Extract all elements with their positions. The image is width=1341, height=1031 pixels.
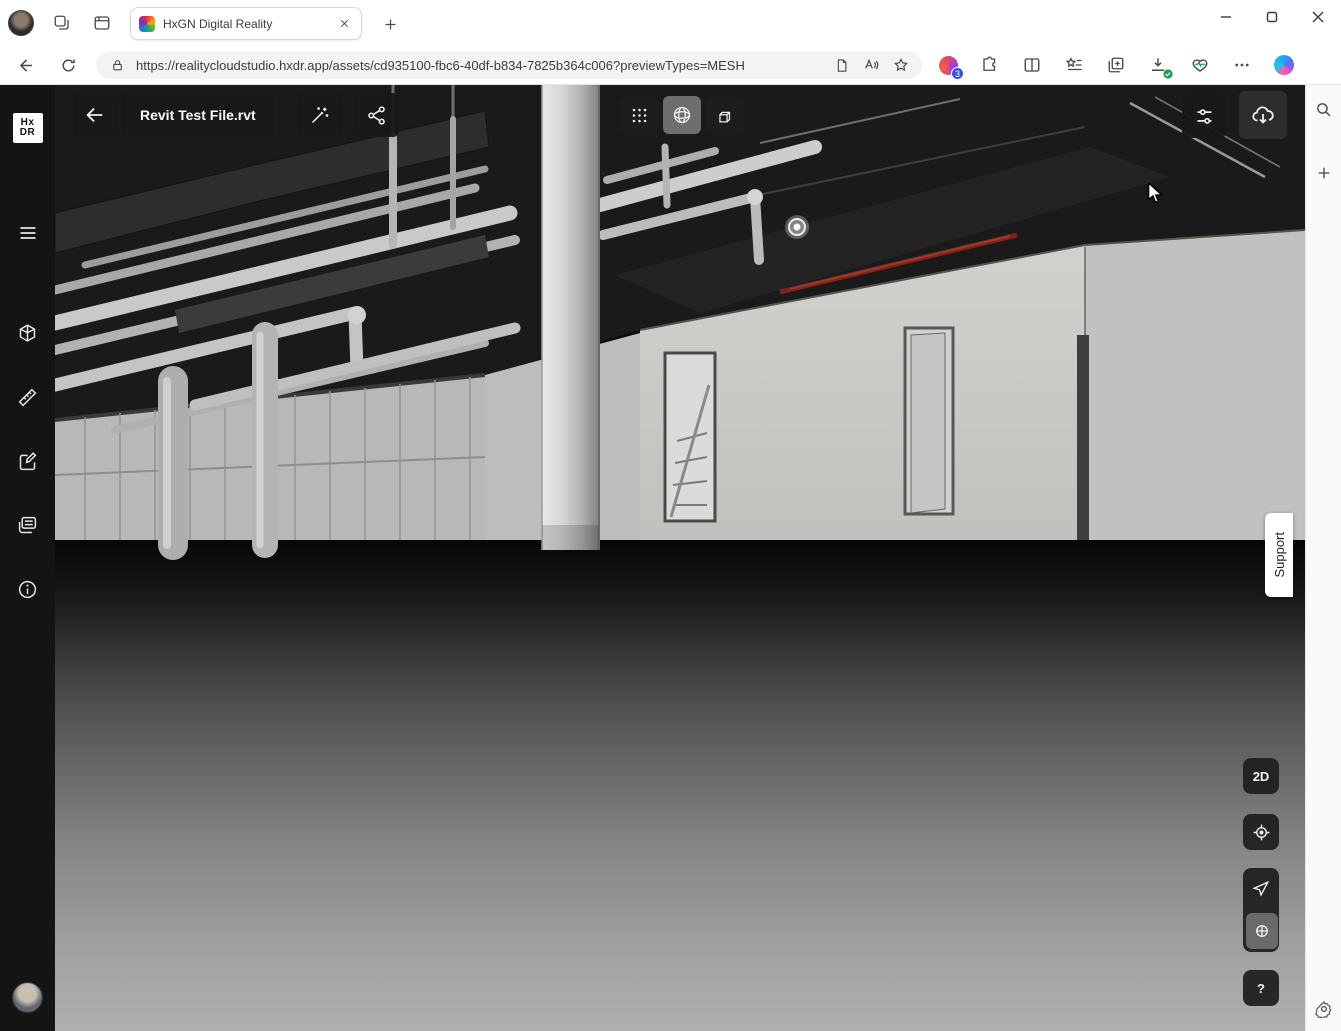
favorite-star-icon[interactable] xyxy=(890,54,912,76)
tab-close-icon[interactable] xyxy=(335,15,353,33)
model-view-button[interactable] xyxy=(706,96,744,134)
browser-titlebar: HxGN Digital Reality xyxy=(0,0,1341,46)
viewer-back-button[interactable] xyxy=(73,93,117,137)
tab-favicon xyxy=(139,16,155,32)
share-button[interactable] xyxy=(355,93,399,137)
orbit-mode-button[interactable] xyxy=(1246,913,1278,949)
site-lock-icon[interactable] xyxy=(106,54,128,76)
refresh-button[interactable] xyxy=(54,51,82,79)
sidebar-add-icon[interactable] xyxy=(1310,159,1338,187)
reading-mode-icon[interactable] xyxy=(830,54,852,76)
maximize-button[interactable] xyxy=(1249,0,1295,34)
view-mode-toggles xyxy=(620,96,744,134)
browser-toolbar: https://realitycloudstudio.hxdr.app/asse… xyxy=(0,46,1341,85)
fly-mode-button[interactable] xyxy=(1246,871,1276,907)
workspaces-icon[interactable] xyxy=(50,11,74,35)
sidebar-search-icon[interactable] xyxy=(1310,95,1338,123)
tab-actions-icon[interactable] xyxy=(90,11,114,35)
mesh-view-button[interactable] xyxy=(663,96,701,134)
menu-hamburger-icon[interactable] xyxy=(8,213,48,253)
view-2d-label: 2D xyxy=(1253,769,1270,784)
shopping-extension-icon[interactable]: 3 xyxy=(936,53,960,77)
browser-tab[interactable]: HxGN Digital Reality xyxy=(130,7,362,40)
close-button[interactable] xyxy=(1295,0,1341,34)
viewer-header: Revit Test File.rvt xyxy=(73,93,399,137)
toolbar-actions: 3 xyxy=(936,53,1296,77)
split-screen-icon[interactable] xyxy=(1020,53,1044,77)
viewer-area: Revit Test File.rvt xyxy=(55,85,1305,1031)
point-cloud-view-button[interactable] xyxy=(620,96,658,134)
markup-tool-icon[interactable] xyxy=(8,441,48,481)
copilot-icon[interactable] xyxy=(1272,53,1296,77)
window-controls xyxy=(1203,0,1341,34)
new-tab-button[interactable] xyxy=(376,12,404,36)
locate-me-button[interactable] xyxy=(1243,814,1279,850)
main-area: Hx DR xyxy=(0,85,1341,1031)
downloads-icon[interactable] xyxy=(1146,53,1170,77)
magic-wand-button[interactable] xyxy=(298,93,342,137)
help-label: ? xyxy=(1257,981,1265,996)
browser-window: HxGN Digital Reality xyxy=(0,0,1341,1031)
settings-menu-icon[interactable] xyxy=(1230,53,1254,77)
edge-sidebar xyxy=(1305,85,1341,1031)
download-asset-button[interactable] xyxy=(1239,91,1287,139)
measure-tool-icon[interactable] xyxy=(8,377,48,417)
layers-icon[interactable] xyxy=(8,505,48,545)
read-aloud-icon[interactable] xyxy=(860,54,882,76)
hxdr-logo-line2: DR xyxy=(20,128,35,138)
favorites-bar-icon[interactable] xyxy=(1062,53,1086,77)
viewer-right-tools xyxy=(1182,94,1287,139)
url-text[interactable]: https://realitycloudstudio.hxdr.app/asse… xyxy=(136,58,822,73)
display-settings-button[interactable] xyxy=(1182,94,1226,138)
app-sidebar: Hx DR xyxy=(0,85,55,1031)
help-button[interactable]: ? xyxy=(1243,970,1279,1006)
view-2d-button[interactable]: 2D xyxy=(1243,758,1279,794)
extension-icon[interactable] xyxy=(978,53,1002,77)
collections-icon[interactable] xyxy=(1104,53,1128,77)
back-button[interactable] xyxy=(12,51,40,79)
address-bar[interactable]: https://realitycloudstudio.hxdr.app/asse… xyxy=(96,51,922,79)
mesh-scene[interactable] xyxy=(55,85,1305,1031)
support-tab[interactable]: Support xyxy=(1265,513,1293,597)
info-icon[interactable] xyxy=(8,569,48,609)
hxdr-logo[interactable]: Hx DR xyxy=(13,113,43,143)
model-assets-icon[interactable] xyxy=(8,313,48,353)
navigation-mode-group xyxy=(1243,868,1279,952)
asset-title-pill: Revit Test File.rvt xyxy=(122,93,274,137)
tab-title: HxGN Digital Reality xyxy=(163,17,335,31)
user-avatar[interactable] xyxy=(12,982,43,1013)
sidebar-settings-gear-icon[interactable] xyxy=(1310,995,1338,1023)
support-label: Support xyxy=(1272,532,1287,578)
extension-badge: 3 xyxy=(951,67,964,80)
browser-essentials-icon[interactable] xyxy=(1188,53,1212,77)
asset-file-name: Revit Test File.rvt xyxy=(140,107,256,123)
browser-profile-avatar[interactable] xyxy=(8,10,34,36)
minimize-button[interactable] xyxy=(1203,0,1249,34)
